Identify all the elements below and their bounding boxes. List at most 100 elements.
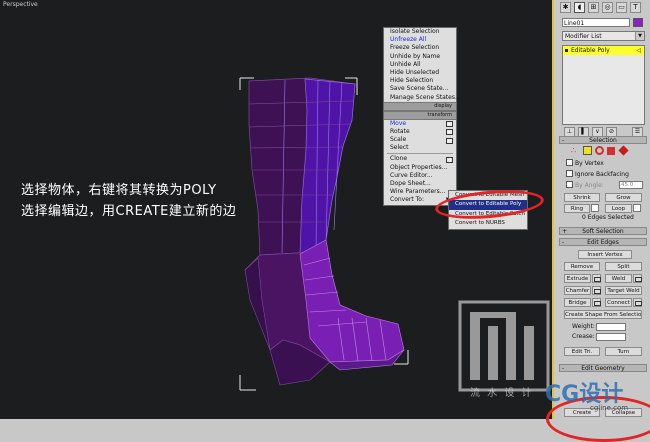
loop-spinner[interactable] (633, 204, 641, 212)
selection-status: 0 Edges Selected (582, 214, 634, 221)
modify-tab-icon[interactable]: ◖ (574, 2, 585, 13)
instruction-line-2: 选择编辑边，用CREATE建立新的边 (21, 204, 237, 219)
watermark-url: cgline.com (590, 404, 629, 412)
split-button[interactable]: Split (605, 262, 642, 271)
weight-spinner[interactable] (596, 323, 626, 331)
ignore-backfacing-box (566, 170, 573, 177)
menu-freeze-selection[interactable]: Freeze Selection (384, 44, 456, 52)
menu-scale[interactable]: Scale (384, 136, 456, 144)
menu-dope-sheet[interactable]: Dope Sheet... (384, 180, 456, 188)
soft-selection-rollout-header[interactable]: + Soft Selection (559, 227, 647, 235)
element-mode-icon[interactable] (618, 145, 629, 156)
ring-button[interactable]: Ring (564, 204, 590, 213)
display-tab-icon[interactable]: ▭ (616, 2, 627, 13)
weight-label: Weight: (572, 323, 595, 330)
connect-button[interactable]: Connect (605, 298, 632, 307)
shrink-button[interactable]: Shrink (564, 193, 600, 202)
menu-object-properties[interactable]: Object Properties... (384, 164, 456, 172)
menu-manage-scene-states[interactable]: Manage Scene States... (384, 94, 461, 102)
chamfer-settings-icon[interactable] (592, 286, 601, 295)
by-vertex-checkbox[interactable]: By Vertex (566, 159, 604, 168)
menu-save-scene-state[interactable]: Save Scene State... (384, 85, 456, 93)
pin-icon[interactable]: ◁ (636, 46, 641, 55)
edit-tri-button[interactable]: Edit Tri. (564, 347, 600, 356)
menu-move[interactable]: Move (384, 120, 456, 128)
chevron-down-icon: ▼ (635, 32, 644, 40)
edit-geometry-title: Edit Geometry (581, 365, 625, 372)
insert-vertex-button[interactable]: Insert Vertex (578, 250, 632, 259)
menu-unhide-all[interactable]: Unhide All (384, 61, 456, 69)
object-name-field[interactable]: Line01 (562, 18, 630, 27)
edit-geometry-rollout-header[interactable]: - Edit Geometry (559, 364, 647, 372)
modifier-list-dropdown[interactable]: Modifier List ▼ (562, 31, 645, 41)
bridge-settings-icon[interactable] (592, 298, 601, 307)
extrude-button[interactable]: Extrude (564, 274, 591, 283)
menu-rotate-label: Rotate (390, 127, 410, 135)
polygon-mode-icon[interactable] (607, 147, 615, 155)
stack-item-editable-poly[interactable]: Editable Poly ◁ (563, 46, 644, 55)
quad-menu: Isolate Selection Unfreeze All Freeze Se… (383, 27, 461, 206)
move-settings-icon[interactable] (446, 121, 453, 128)
vertex-mode-icon[interactable]: ∴ (571, 146, 580, 155)
quad-header-display: display (384, 101, 456, 111)
by-angle-box (566, 181, 573, 188)
menu-convert-nurbs[interactable]: Convert to NURBS (449, 219, 527, 228)
menu-isolate-selection[interactable]: Isolate Selection (384, 28, 456, 36)
selection-rollout-header[interactable]: - Selection (559, 136, 647, 144)
selection-title: Selection (589, 137, 617, 144)
menu-wire-parameters[interactable]: Wire Parameters... (384, 188, 456, 196)
menu-rotate[interactable]: Rotate (384, 128, 456, 136)
ignore-backfacing-label: Ignore Backfacing (575, 171, 629, 178)
perspective-viewport[interactable]: Perspective 选择物体，右键将其转换为POLY 选择编辑边，用CREA… (0, 0, 554, 419)
rotate-settings-icon[interactable] (446, 129, 453, 136)
menu-clone[interactable]: Clone (384, 155, 456, 163)
weld-button[interactable]: Weld (605, 274, 632, 283)
menu-hide-selection[interactable]: Hide Selection (384, 77, 456, 85)
extrude-settings-icon[interactable] (592, 274, 601, 283)
by-vertex-label: By Vertex (575, 160, 604, 167)
menu-scale-label: Scale (390, 136, 407, 144)
edit-edges-rollout-header[interactable]: - Edit Edges (559, 238, 647, 246)
modifier-stack[interactable]: Editable Poly ◁ (562, 45, 645, 125)
edit-edges-title: Edit Edges (587, 239, 619, 246)
watermark-text: 流 水 设 计 (470, 388, 534, 399)
menu-unhide-by-name[interactable]: Unhide by Name (384, 53, 456, 61)
ignore-backfacing-checkbox[interactable]: Ignore Backfacing (566, 170, 629, 179)
expand-icon[interactable] (565, 49, 568, 52)
watermark-logo (458, 300, 550, 392)
border-mode-icon[interactable] (595, 146, 604, 155)
loop-button[interactable]: Loop (605, 204, 632, 213)
menu-clone-label: Clone (390, 155, 408, 163)
crease-label: Crease: (572, 333, 595, 340)
hierarchy-tab-icon[interactable]: ⊞ (588, 2, 599, 13)
instruction-line-1: 选择物体，右键将其转换为POLY (21, 183, 217, 198)
collapse-icon: - (562, 365, 565, 372)
menu-select[interactable]: Select (384, 144, 456, 152)
edge-mode-icon[interactable] (583, 146, 592, 155)
clone-settings-icon[interactable] (446, 156, 453, 163)
remove-button[interactable]: Remove (564, 262, 600, 271)
angle-spinner[interactable]: 45.0 (619, 181, 643, 189)
by-angle-checkbox[interactable]: By Angle: (566, 181, 604, 190)
scale-settings-icon[interactable] (446, 137, 453, 144)
menu-hide-unselected[interactable]: Hide Unselected (384, 69, 456, 77)
object-color-swatch[interactable] (633, 18, 643, 27)
menu-curve-editor[interactable]: Curve Editor... (384, 172, 456, 180)
target-weld-button[interactable]: Target Weld (605, 286, 642, 295)
turn-button[interactable]: Turn (605, 347, 642, 356)
utilities-tab-icon[interactable]: T (630, 2, 641, 13)
create-shape-button[interactable]: Create Shape From Selection (564, 310, 642, 319)
angle-value: 45.0 (621, 182, 634, 188)
connect-settings-icon[interactable] (633, 298, 642, 307)
ring-spinner[interactable] (591, 204, 599, 212)
crease-spinner[interactable] (596, 333, 626, 341)
chamfer-button[interactable]: Chamfer (564, 286, 591, 295)
motion-tab-icon[interactable]: ◎ (602, 2, 613, 13)
grow-button[interactable]: Grow (605, 193, 642, 202)
weld-settings-icon[interactable] (633, 274, 642, 283)
menu-unfreeze-all[interactable]: Unfreeze All (384, 36, 456, 44)
collapse-icon: - (562, 137, 565, 144)
create-tab-icon[interactable]: ✱ (560, 2, 571, 13)
bridge-button[interactable]: Bridge (564, 298, 591, 307)
by-angle-label: By Angle: (575, 182, 604, 189)
